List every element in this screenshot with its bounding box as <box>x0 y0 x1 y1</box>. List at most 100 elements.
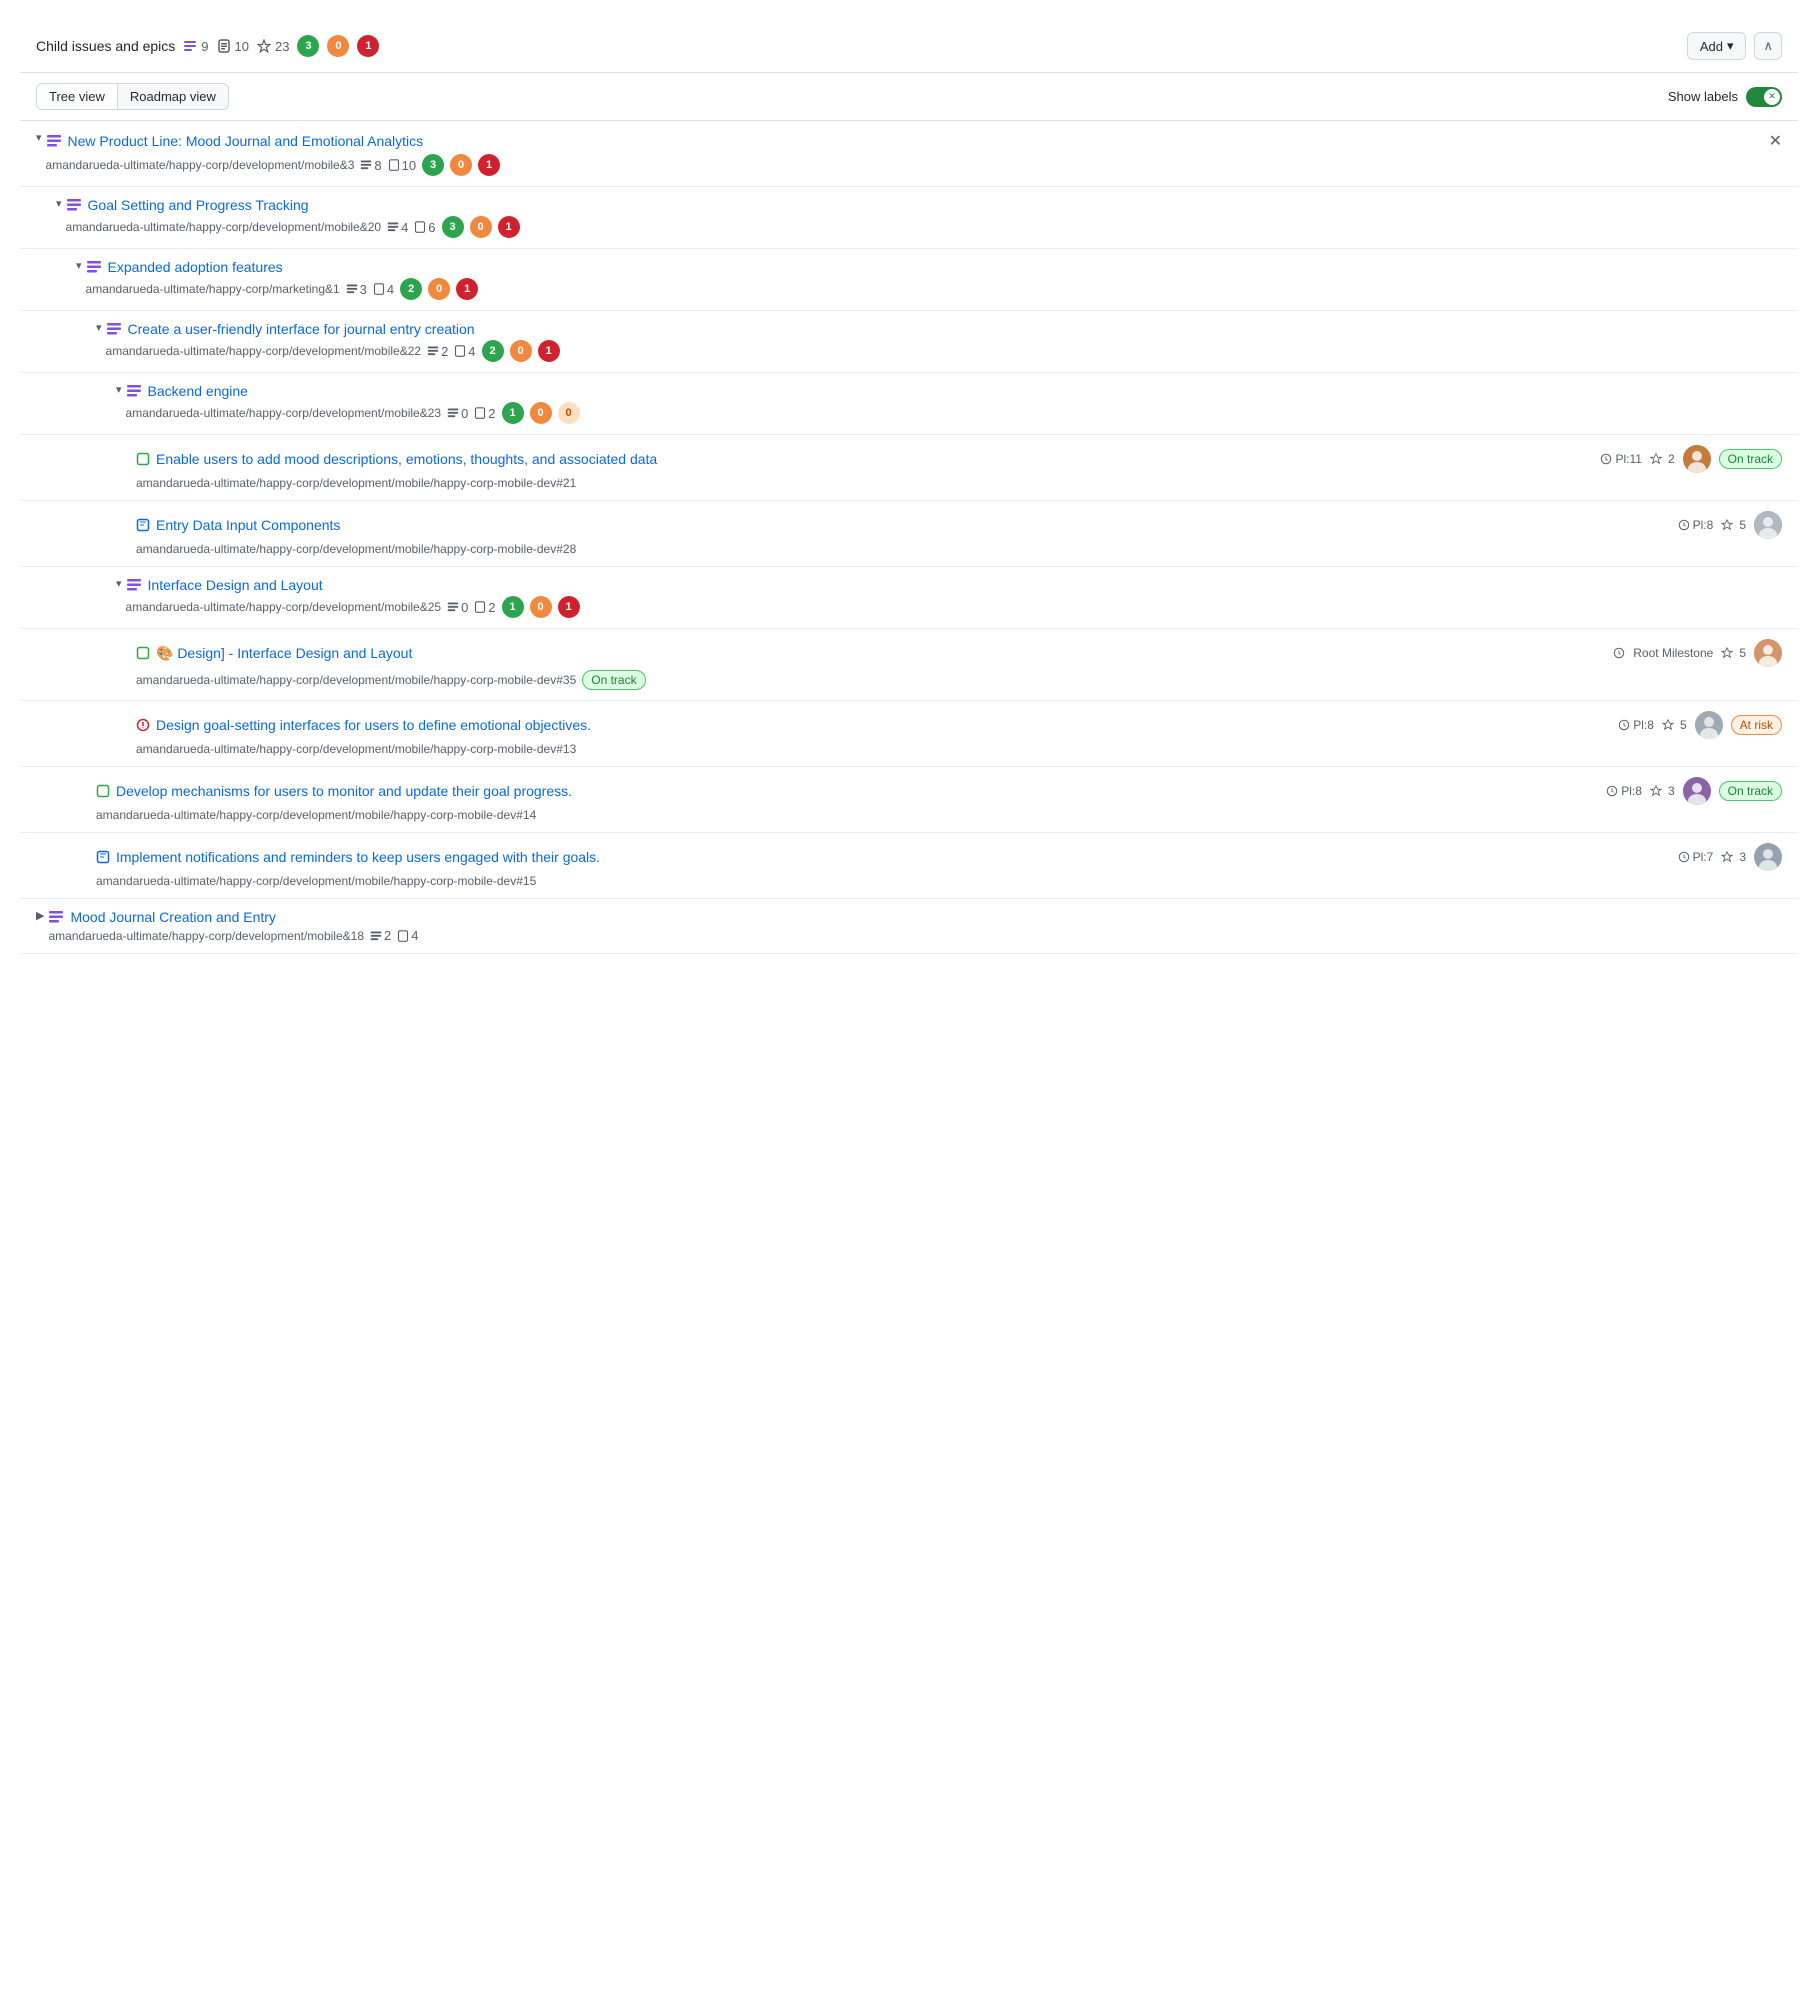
table-row: Entry Data Input Components Pl:8 5 <box>20 501 1798 567</box>
row-content: Expanded adoption features amandarueda-u… <box>86 259 1782 300</box>
meta-path: amandarueda-ultimate/happy-corp/developm… <box>136 476 576 490</box>
avatar <box>1683 777 1711 805</box>
table-row: ▾ Goal Setting and Progress Tracking ama… <box>20 187 1798 249</box>
clock-icon <box>1678 519 1690 531</box>
epic-icon-sm <box>447 601 459 613</box>
expand-icon[interactable]: ▾ <box>116 577 122 590</box>
view-tabs: Tree view Roadmap view <box>36 83 229 110</box>
table-row: Implement notifications and reminders to… <box>20 833 1798 899</box>
row-content: Interface Design and Layout amandarueda-… <box>126 577 1782 618</box>
clock-icon <box>1678 851 1690 863</box>
row-content: Design goal-setting interfaces for users… <box>136 711 1782 756</box>
epic-icon <box>48 909 64 925</box>
item-title[interactable]: Implement notifications and reminders to… <box>116 849 600 865</box>
table-row: ▾ New Product Line: Mood Journal and Emo… <box>20 121 1798 187</box>
toggle-knob: ✕ <box>1764 89 1780 105</box>
meta-path: amandarueda-ultimate/happy-corp/developm… <box>126 600 442 614</box>
item-title[interactable]: Backend engine <box>148 383 248 399</box>
meta-path: amandarueda-ultimate/happy-corp/developm… <box>96 874 536 888</box>
avatar-img <box>1754 639 1782 667</box>
issue-icon-sm <box>474 601 486 613</box>
close-button[interactable]: ✕ <box>1769 131 1782 151</box>
expand-icon[interactable]: ▾ <box>76 259 82 272</box>
milestone-badge: Root Milestone <box>1633 646 1713 660</box>
table-row: Design goal-setting interfaces for users… <box>20 701 1798 767</box>
row-content: Entry Data Input Components Pl:8 5 <box>136 511 1782 556</box>
issue-icon-sm <box>414 221 426 233</box>
row-content: Enable users to add mood descriptions, e… <box>136 445 1782 490</box>
avatar <box>1695 711 1723 739</box>
status-badge-on-track: On track <box>1719 781 1782 801</box>
expand-icon[interactable]: ▾ <box>36 131 42 144</box>
row-content: Backend engine amandarueda-ultimate/happ… <box>126 383 1782 424</box>
row-content: Develop mechanisms for users to monitor … <box>96 777 1782 822</box>
item-title[interactable]: New Product Line: Mood Journal and Emoti… <box>68 133 424 149</box>
item-title[interactable]: Enable users to add mood descriptions, e… <box>156 451 657 467</box>
badge-orange: 0 <box>327 35 349 57</box>
toolbar: Tree view Roadmap view Show labels ✕ <box>20 73 1798 121</box>
epic-icon-sm <box>370 930 382 942</box>
weight-icon <box>1662 719 1674 731</box>
epic-icon <box>126 383 142 399</box>
table-row: ▾ Expanded adoption features amandarueda… <box>20 249 1798 311</box>
item-title[interactable]: Entry Data Input Components <box>156 517 340 533</box>
item-title[interactable]: Expanded adoption features <box>108 259 283 275</box>
clock-icon <box>1606 785 1618 797</box>
expand-icon[interactable]: ▾ <box>116 383 122 396</box>
weight-icon <box>1721 851 1733 863</box>
roadmap-view-tab[interactable]: Roadmap view <box>118 83 229 110</box>
issue-icon-sm <box>474 407 486 419</box>
status-badge-on-track: On track <box>1719 449 1782 469</box>
issue-blue-icon <box>136 518 150 532</box>
meta-path: amandarueda-ultimate/happy-corp/developm… <box>136 542 576 556</box>
milestones-count: 23 <box>257 39 289 54</box>
expand-icon[interactable]: ▶ <box>36 909 44 922</box>
item-title[interactable]: Design goal-setting interfaces for users… <box>156 717 591 733</box>
item-title[interactable]: Goal Setting and Progress Tracking <box>88 197 309 213</box>
issues-count: 10 <box>217 39 249 54</box>
item-title[interactable]: Create a user-friendly interface for jou… <box>128 321 475 337</box>
meta-path: amandarueda-ultimate/happy-corp/developm… <box>96 808 536 822</box>
collapse-button[interactable]: ∧ <box>1754 32 1782 60</box>
item-title[interactable]: Mood Journal Creation and Entry <box>70 909 275 925</box>
expand-icon[interactable]: ▾ <box>96 321 102 334</box>
avatar-img <box>1695 711 1723 739</box>
show-labels-toggle[interactable]: ✕ <box>1746 87 1782 107</box>
item-title[interactable]: Interface Design and Layout <box>148 577 323 593</box>
table-row: Develop mechanisms for users to monitor … <box>20 767 1798 833</box>
main-container: Child issues and epics 9 10 <box>0 0 1818 1999</box>
count-orange: 0 <box>450 154 472 176</box>
avatar <box>1754 511 1782 539</box>
issues-count-icon <box>388 159 400 171</box>
epic-icon-header <box>183 39 197 53</box>
issue-green-icon <box>96 784 110 798</box>
item-title[interactable]: 🎨 Design] - Interface Design and Layout <box>156 645 412 662</box>
avatar-img <box>1754 511 1782 539</box>
epic-icon <box>126 577 142 593</box>
meta-path: amandarueda-ultimate/happy-corp/developm… <box>136 742 576 756</box>
weight-icon <box>1721 519 1733 531</box>
table-row: ▶ Mood Journal Creation and Entry amanda… <box>20 899 1798 954</box>
issue-red-icon <box>136 718 150 732</box>
milestone-icon-header <box>257 39 271 53</box>
weight-icon <box>1721 647 1733 659</box>
add-button[interactable]: Add ▾ <box>1687 32 1747 60</box>
status-badge-on-track: On track <box>582 670 645 690</box>
issue-icon-sm <box>454 345 466 357</box>
row-content: Implement notifications and reminders to… <box>96 843 1782 888</box>
epic-icon-sm <box>427 345 439 357</box>
row-content: Goal Setting and Progress Tracking amand… <box>66 197 1782 238</box>
clock-icon <box>1613 647 1625 659</box>
expand-icon[interactable]: ▾ <box>56 197 62 210</box>
item-title[interactable]: Develop mechanisms for users to monitor … <box>116 783 572 799</box>
epic-icon-sm <box>346 283 358 295</box>
epic-icon-sm <box>387 221 399 233</box>
epic-count-icon <box>360 159 372 171</box>
tree-view-tab[interactable]: Tree view <box>36 83 118 110</box>
row-content: Mood Journal Creation and Entry amandaru… <box>48 909 1782 943</box>
epics-count: 9 <box>183 39 208 54</box>
header-left: Child issues and epics 9 10 <box>36 35 379 57</box>
meta-path: amandarueda-ultimate/happy-corp/developm… <box>136 673 576 687</box>
avatar-img <box>1683 445 1711 473</box>
status-badge-at-risk: At risk <box>1731 715 1782 735</box>
